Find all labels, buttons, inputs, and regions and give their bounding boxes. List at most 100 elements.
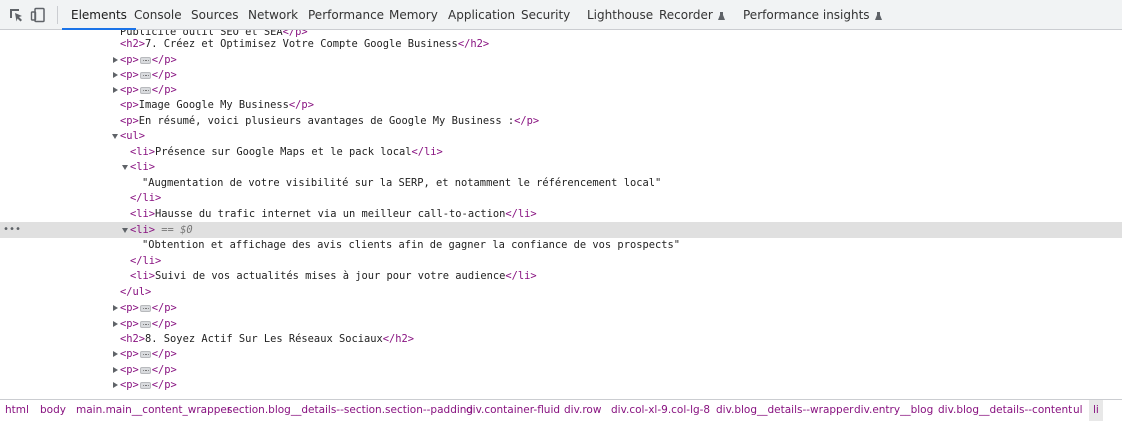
tab-performance-insights[interactable]: Performance insights bbox=[743, 0, 882, 30]
node-open-tag: <p> bbox=[120, 318, 139, 330]
collapse-arrow-icon[interactable] bbox=[122, 164, 128, 170]
dom-line-selected[interactable]: ••• <li> == $0 bbox=[0, 222, 1122, 238]
breadcrumb-item[interactable]: html bbox=[5, 400, 29, 421]
devtools-toolbar: Elements Console Sources Network Perform… bbox=[0, 0, 1122, 30]
expand-arrow-icon[interactable] bbox=[113, 351, 118, 357]
node-close-tag: </li> bbox=[505, 208, 537, 220]
dom-line[interactable]: <li>Suivi de vos actualités mises à jour… bbox=[0, 268, 1122, 284]
selected-node-ref: == $0 bbox=[161, 224, 193, 236]
tab-recorder-label: Recorder bbox=[659, 8, 713, 22]
dom-line[interactable]: </li> bbox=[0, 253, 1122, 269]
breadcrumb-item[interactable]: div.blog__details--content bbox=[938, 400, 1072, 421]
dom-line[interactable]: <p>En résumé, voici plusieurs avantages … bbox=[0, 113, 1122, 129]
breadcrumb-item[interactable]: main.main__content_wrapper bbox=[76, 400, 231, 421]
node-close-tag: </p> bbox=[151, 379, 177, 391]
node-text: Suivi de vos actualités mises à jour pou… bbox=[155, 270, 506, 282]
dom-line[interactable]: <p>Image Google My Business</p> bbox=[0, 97, 1122, 113]
dom-line[interactable]: <p> </p> bbox=[0, 377, 1122, 393]
dom-line[interactable]: <ul> bbox=[0, 128, 1122, 144]
dom-line[interactable]: "Augmentation de votre visibilité sur la… bbox=[0, 175, 1122, 191]
dom-line[interactable]: </li> bbox=[0, 190, 1122, 206]
tab-application[interactable]: Application bbox=[448, 0, 515, 30]
tab-console[interactable]: Console bbox=[134, 0, 182, 30]
toolbar-divider bbox=[57, 6, 58, 24]
breadcrumb-item[interactable]: div.entry__blog bbox=[854, 400, 933, 421]
node-open-tag: <p> bbox=[120, 115, 139, 127]
ellipsis-icon[interactable] bbox=[139, 304, 151, 312]
dom-line[interactable]: <li>Présence sur Google Maps et le pack … bbox=[0, 144, 1122, 160]
dom-line[interactable]: <p> </p> bbox=[0, 346, 1122, 362]
tab-elements[interactable]: Elements bbox=[62, 0, 136, 30]
breadcrumb-item[interactable]: section.blog__details--section.section--… bbox=[227, 400, 473, 421]
tab-lighthouse[interactable]: Lighthouse bbox=[587, 0, 653, 30]
dom-line[interactable]: <li>Hausse du trafic internet via un mei… bbox=[0, 206, 1122, 222]
collapse-arrow-icon[interactable] bbox=[122, 227, 128, 233]
dom-line[interactable]: <h2>7. Créez et Optimisez Votre Compte G… bbox=[0, 36, 1122, 52]
flask-icon bbox=[717, 11, 725, 20]
dom-line[interactable]: </ul> bbox=[0, 284, 1122, 300]
node-text: "Augmentation de votre visibilité sur la… bbox=[142, 177, 662, 189]
node-close-tag: </li> bbox=[130, 255, 162, 267]
node-open-tag: <h2> bbox=[120, 38, 146, 50]
ellipsis-icon[interactable] bbox=[139, 381, 151, 389]
breadcrumb-item[interactable]: ul bbox=[1073, 400, 1083, 421]
node-text: Présence sur Google Maps et le pack loca… bbox=[155, 146, 412, 158]
breadcrumb: html body main.main__content_wrapper sec… bbox=[0, 399, 1122, 421]
dom-line[interactable]: <li> bbox=[0, 159, 1122, 175]
tab-sources[interactable]: Sources bbox=[191, 0, 238, 30]
expand-arrow-icon[interactable] bbox=[113, 57, 118, 63]
node-open-tag: <h2> bbox=[120, 333, 146, 345]
expand-arrow-icon[interactable] bbox=[113, 321, 118, 327]
tab-performance-insights-label: Performance insights bbox=[743, 8, 870, 22]
breadcrumb-item[interactable]: body bbox=[40, 400, 66, 421]
ellipsis-icon[interactable] bbox=[139, 71, 151, 79]
breadcrumb-item[interactable]: div.container-fluid bbox=[466, 400, 560, 421]
node-open-tag: <li> bbox=[130, 208, 156, 220]
dom-line[interactable]: <p> </p> bbox=[0, 82, 1122, 98]
dom-line[interactable]: <p> </p> bbox=[0, 52, 1122, 68]
ellipsis-icon[interactable] bbox=[139, 366, 151, 374]
ellipsis-icon[interactable] bbox=[139, 56, 151, 64]
ellipsis-icon[interactable] bbox=[139, 350, 151, 358]
node-close-tag: </p> bbox=[151, 54, 177, 66]
node-text: "Obtention et affichage des avis clients… bbox=[142, 239, 680, 251]
breadcrumb-item[interactable]: div.col-xl-9.col-lg-8 bbox=[611, 400, 710, 421]
ellipsis-icon[interactable] bbox=[139, 86, 151, 94]
node-text: En résumé, voici plusieurs avantages de … bbox=[138, 115, 515, 127]
breadcrumb-item[interactable]: div.blog__details--wrapper bbox=[716, 400, 854, 421]
breadcrumb-item-active[interactable]: li bbox=[1089, 400, 1103, 421]
dom-line[interactable]: "Obtention et affichage des avis clients… bbox=[0, 237, 1122, 253]
expand-arrow-icon[interactable] bbox=[113, 382, 118, 388]
breadcrumb-item[interactable]: div.row bbox=[564, 400, 601, 421]
expand-arrow-icon[interactable] bbox=[113, 305, 118, 311]
node-open-tag: <p> bbox=[120, 54, 139, 66]
node-open-tag: <p> bbox=[120, 348, 139, 360]
dom-line[interactable]: <p> </p> bbox=[0, 67, 1122, 83]
node-open-tag: <p> bbox=[120, 84, 139, 96]
tab-network[interactable]: Network bbox=[248, 0, 298, 30]
collapse-arrow-icon[interactable] bbox=[112, 133, 118, 139]
tab-performance[interactable]: Performance bbox=[308, 0, 384, 30]
tab-recorder[interactable]: Recorder bbox=[659, 0, 725, 30]
tab-memory[interactable]: Memory bbox=[389, 0, 438, 30]
node-text: Image Google My Business bbox=[138, 99, 289, 111]
node-open-tag: <li> bbox=[130, 161, 156, 173]
node-close-tag: </li> bbox=[130, 192, 162, 204]
expand-arrow-icon[interactable] bbox=[113, 367, 118, 373]
tab-security[interactable]: Security bbox=[521, 0, 570, 30]
more-options-icon[interactable]: ••• bbox=[3, 222, 21, 238]
device-toolbar-icon[interactable] bbox=[30, 7, 46, 23]
expand-arrow-icon[interactable] bbox=[113, 87, 118, 93]
flask-icon bbox=[874, 11, 882, 20]
dom-line[interactable]: <p> </p> bbox=[0, 316, 1122, 332]
node-close-tag: </li> bbox=[505, 270, 537, 282]
dom-line[interactable]: <p> </p> bbox=[0, 300, 1122, 316]
dom-line[interactable]: <h2>8. Soyez Actif Sur Les Réseaux Socia… bbox=[0, 331, 1122, 347]
select-element-icon[interactable] bbox=[8, 7, 24, 23]
node-open-tag: <ul> bbox=[120, 130, 146, 142]
node-close-tag: </p> bbox=[151, 348, 177, 360]
node-text: 8. Soyez Actif Sur Les Réseaux Sociaux bbox=[145, 333, 383, 345]
dom-line[interactable]: <p> </p> bbox=[0, 362, 1122, 378]
expand-arrow-icon[interactable] bbox=[113, 72, 118, 78]
ellipsis-icon[interactable] bbox=[139, 320, 151, 328]
